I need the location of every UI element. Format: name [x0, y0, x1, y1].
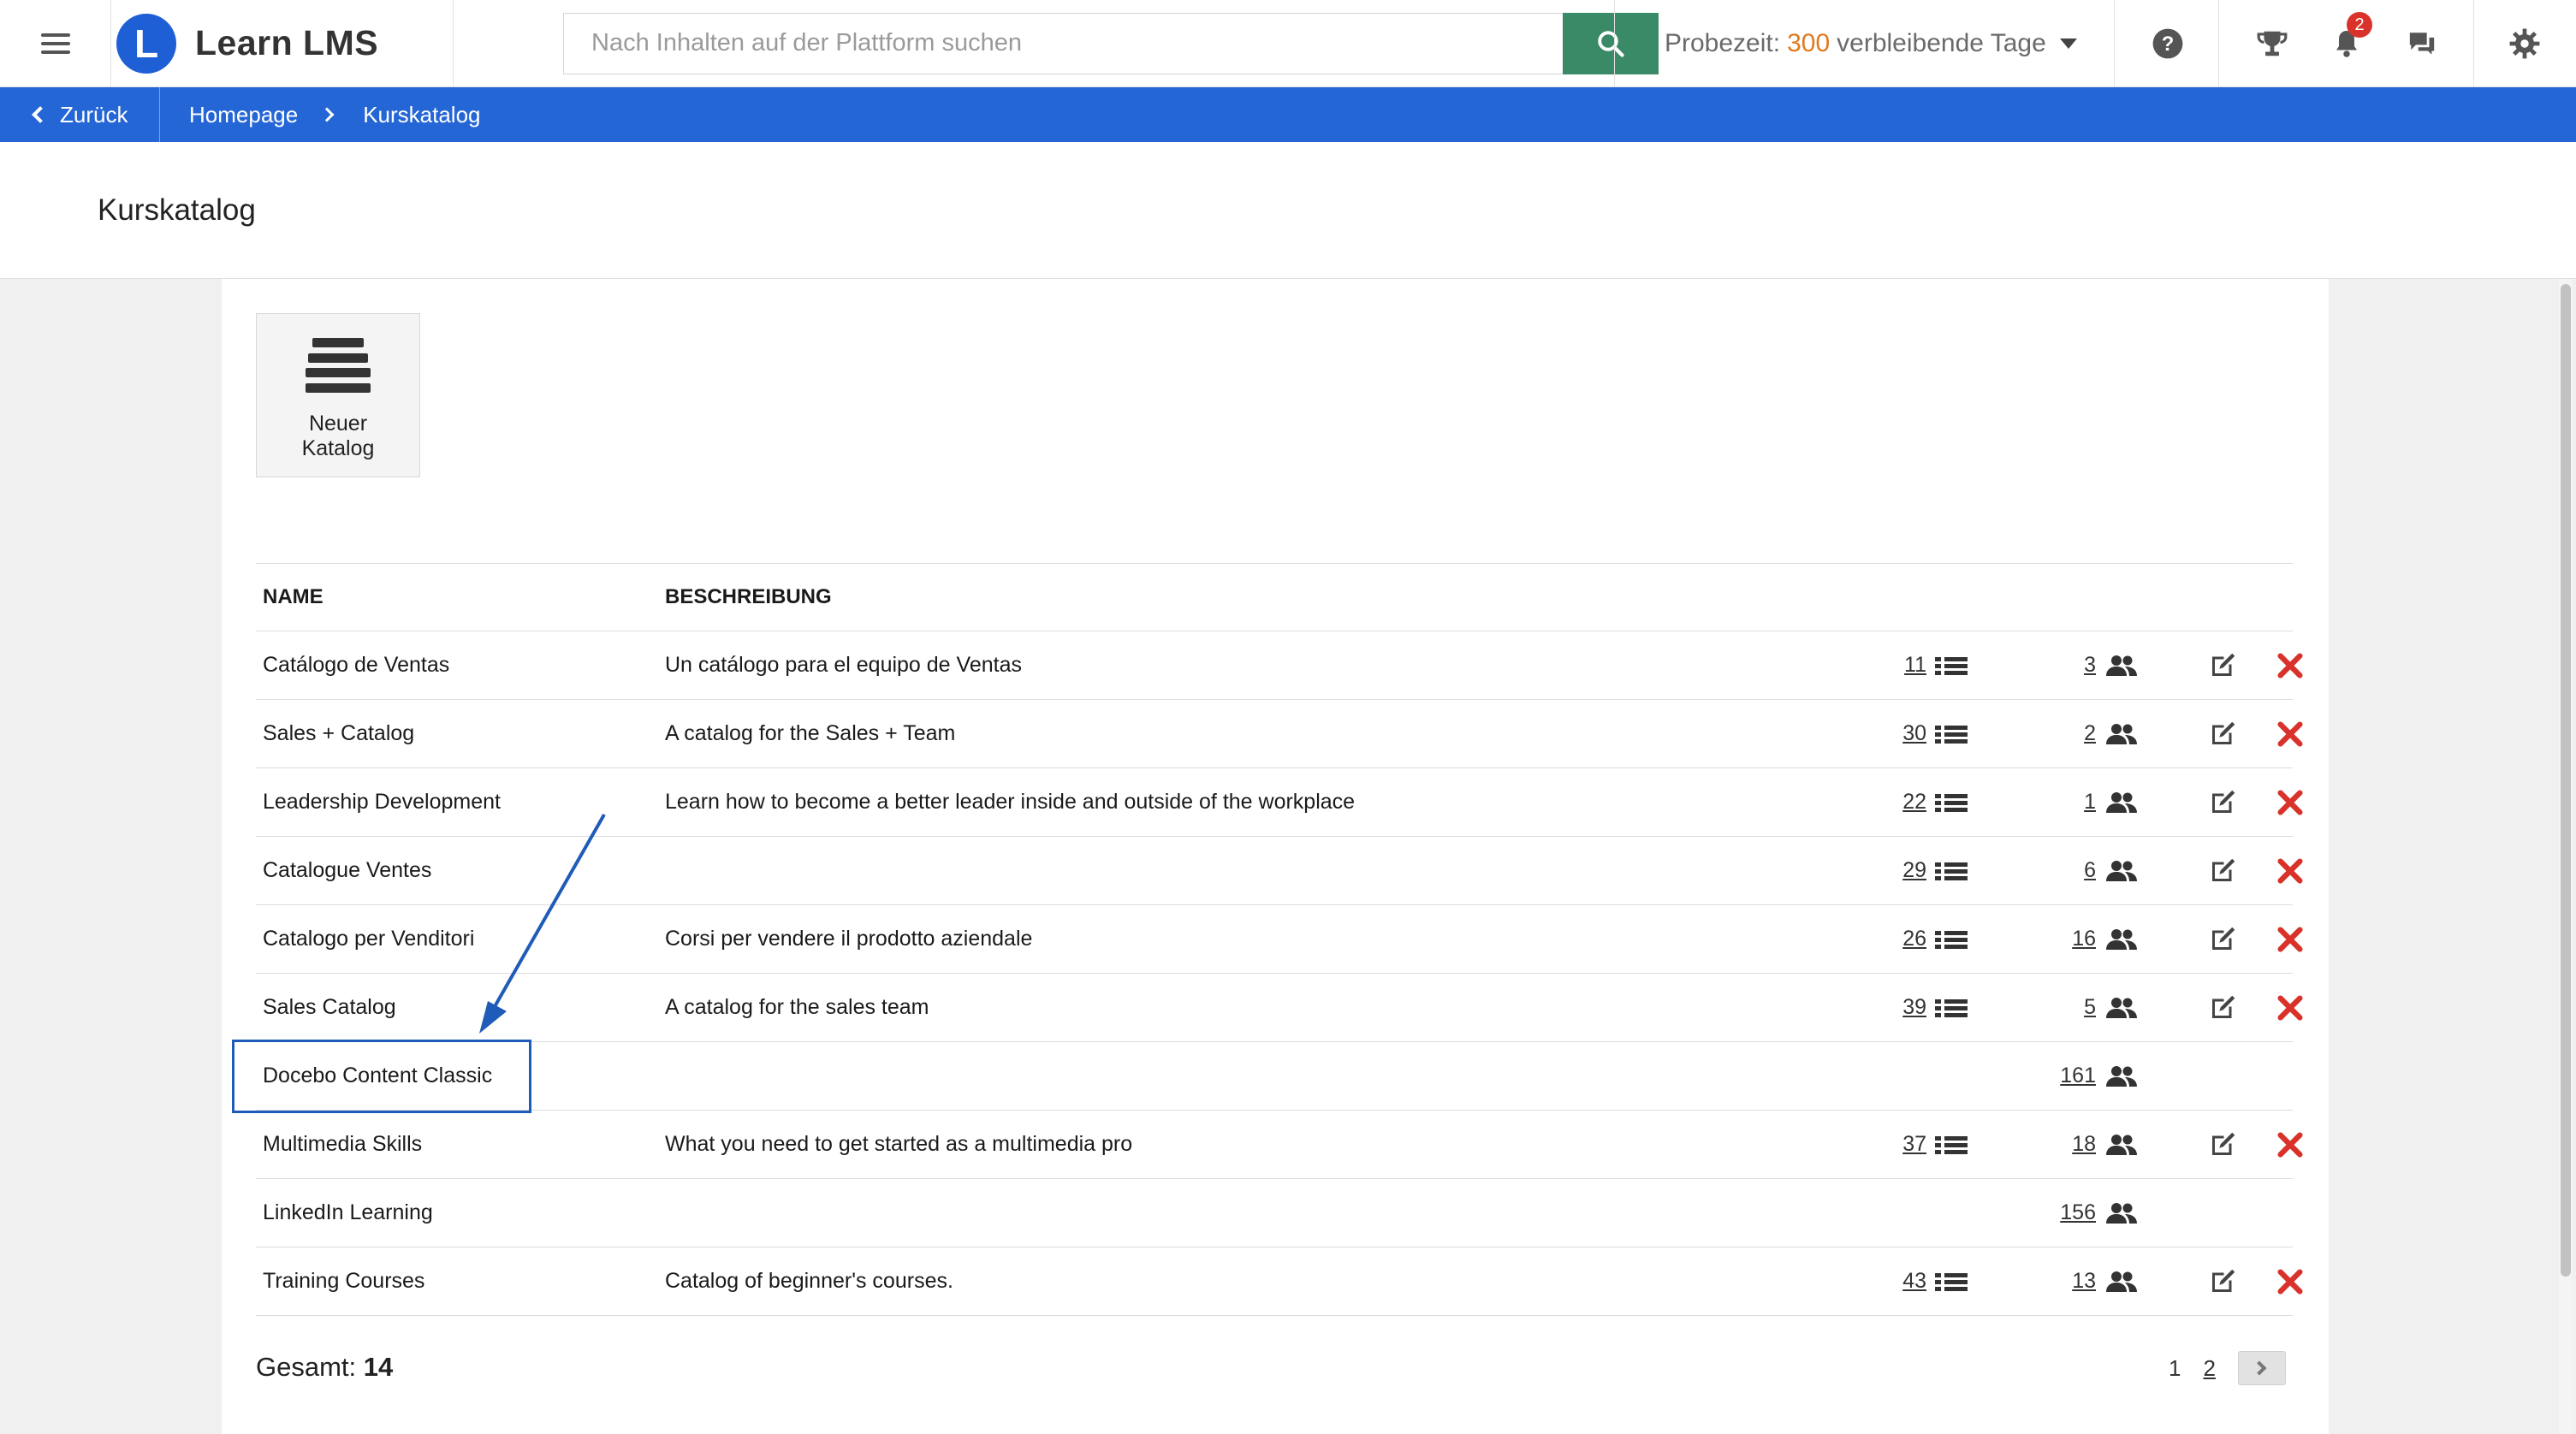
scrollbar[interactable] [2559, 279, 2573, 1434]
annotation-arrow [479, 814, 606, 1034]
scrollbar-thumb[interactable] [2561, 284, 2571, 1277]
